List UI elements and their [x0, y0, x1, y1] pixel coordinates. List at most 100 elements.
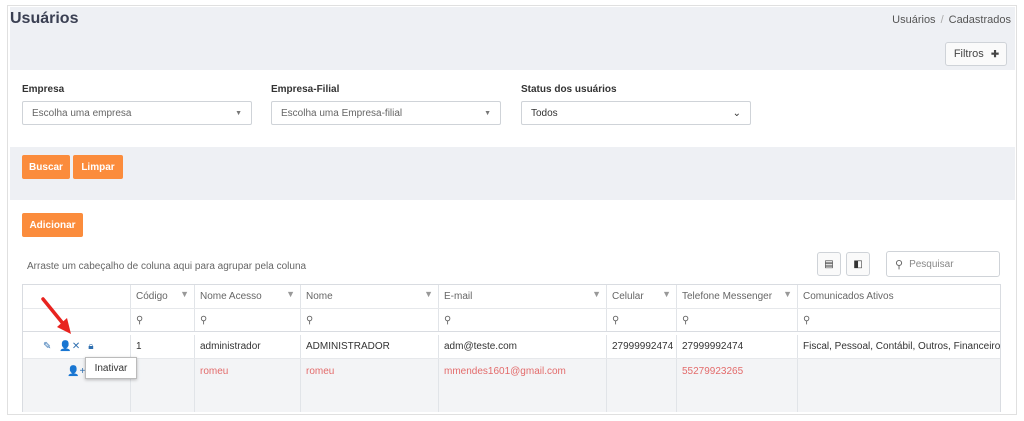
empresa-filial-select-placeholder: Escolha uma Empresa-filial [281, 107, 403, 119]
cell-telefone: 55279923265 [677, 359, 798, 383]
group-panel-hint: Arraste um cabeçalho de coluna aqui para… [27, 261, 307, 272]
search-icon: ⚲ [200, 314, 208, 326]
empty-cell [23, 383, 131, 412]
filter-cell-nome-acesso[interactable]: ⚲ [195, 309, 301, 331]
caret-down-icon: ▼ [235, 109, 242, 117]
cell-codigo: 1 [131, 335, 195, 358]
add-button[interactable]: Adicionar [22, 213, 83, 237]
cell-telefone: 27999992474 [677, 335, 798, 358]
status-filter: Status dos usuários Todos ⌄ [521, 84, 751, 125]
empresa-select-placeholder: Escolha uma empresa [32, 107, 132, 119]
grid-panel: Adicionar Arraste um cabeçalho de coluna… [10, 200, 1015, 412]
row-actions: ✎ 👤✕ 🔒︎ [23, 335, 131, 358]
filter-cell-nome[interactable]: ⚲ [301, 309, 439, 331]
search-icon: ⚲ [136, 314, 144, 326]
empresa-filial-filter: Empresa-Filial Escolha uma Empresa-filia… [271, 84, 501, 125]
table-header-row: Código ▼ Nome Acesso ▼ Nome ▼ E-mail ▼ Celul… [23, 285, 1000, 309]
column-header-nome[interactable]: Nome ▼ [301, 285, 439, 308]
column-header-email[interactable]: E-mail ▼ [439, 285, 607, 308]
column-header-nome-acesso[interactable]: Nome Acesso ▼ [195, 285, 301, 308]
empresa-label: Empresa [22, 84, 65, 95]
filter-actions: Buscar Limpar [10, 147, 1015, 187]
status-select[interactable]: Todos ⌄ [521, 101, 751, 125]
empty-cell [677, 383, 798, 412]
pin-icon: ✖ [987, 47, 1001, 61]
filter-icon[interactable]: ▼ [180, 289, 189, 299]
breadcrumb-item-usuarios[interactable]: Usuários [892, 14, 935, 26]
cell-email: adm@teste.com [439, 335, 607, 358]
breadcrumb-item-cadastrados: Cadastrados [948, 14, 1011, 26]
search-icon: ⚲ [612, 314, 620, 326]
grid-search-placeholder: Pesquisar [909, 258, 954, 270]
users-table: Código ▼ Nome Acesso ▼ Nome ▼ E-mail ▼ Celul… [22, 284, 1001, 412]
cell-celular: 27999992474 [607, 335, 677, 358]
cell-comunicados [798, 359, 1000, 383]
empty-cell [798, 383, 1000, 412]
cell-codigo [131, 359, 195, 383]
filter-icon[interactable]: ▼ [286, 289, 295, 299]
empty-cell [607, 383, 677, 412]
column-header-label: Comunicados Ativos [803, 291, 894, 302]
filter-icon[interactable]: ▼ [424, 289, 433, 299]
pencil-icon[interactable]: ✎ [43, 341, 51, 352]
search-icon: ⚲ [444, 314, 452, 326]
filter-cell-celular[interactable]: ⚲ [607, 309, 677, 331]
breadcrumb: Usuários / Cadastrados [892, 14, 1011, 26]
table-row[interactable]: ✎ 👤✕ 🔒︎ 1 administrador ADMINISTRADOR ad… [23, 335, 1001, 359]
user-add-icon[interactable]: 👤+ [67, 366, 85, 377]
clear-button[interactable]: Limpar [73, 155, 123, 179]
filter-cell-telefone[interactable]: ⚲ [677, 309, 798, 331]
empty-cell [439, 383, 607, 412]
chevron-down-icon: ⌄ [732, 107, 741, 119]
search-icon: ⚲ [895, 258, 904, 271]
filter-cell-email[interactable]: ⚲ [439, 309, 607, 331]
filter-cell-codigo[interactable]: ⚲ [131, 309, 195, 331]
search-icon: ⚲ [306, 314, 314, 326]
page-content: Usuários Usuários / Cadastrados Filtros ✖ … [10, 7, 1015, 412]
page-title: Usuários [10, 10, 79, 27]
cell-celular [607, 359, 677, 383]
column-chooser-button[interactable]: ◧ [846, 252, 870, 276]
empresa-filial-select[interactable]: Escolha uma Empresa-filial ▼ [271, 101, 501, 125]
column-header-codigo[interactable]: Código ▼ [131, 285, 195, 308]
filter-cell-comunicados[interactable]: ⚲ [798, 309, 1000, 331]
inactivate-tooltip: Inativar [85, 357, 137, 379]
empresa-filial-label: Empresa-Filial [271, 84, 340, 95]
empresa-filter: Empresa Escolha uma empresa ▼ [22, 84, 252, 125]
filter-icon[interactable]: ▼ [662, 289, 671, 299]
table-row[interactable]: 👤+ romeu romeu mmendes1601@gmail.com 552… [23, 359, 1000, 383]
annotation-arrow-icon [41, 297, 71, 334]
column-header-telefone-messenger[interactable]: Telefone Messenger ▼ [677, 285, 798, 308]
column-header-comunicados-ativos[interactable]: Comunicados Ativos [798, 285, 1000, 308]
filters-button-label: Filtros [953, 48, 984, 60]
export-excel-button[interactable]: ▤ [817, 252, 841, 276]
table-filter-row: ⚲ ⚲ ⚲ ⚲ ⚲ ⚲ ⚲ [23, 309, 1000, 332]
column-header-celular[interactable]: Celular ▼ [607, 285, 677, 308]
filter-icon[interactable]: ▼ [783, 289, 792, 299]
empty-cell [301, 383, 439, 412]
column-chooser-icon: ◧ [853, 258, 863, 270]
cell-nome: ADMINISTRADOR [301, 335, 439, 358]
user-remove-icon[interactable]: 👤✕ [59, 341, 80, 352]
table-empty-area [23, 383, 1000, 412]
filter-icon[interactable]: ▼ [592, 289, 601, 299]
empty-cell [131, 383, 195, 412]
grid-search-input[interactable]: ⚲ Pesquisar [886, 251, 1000, 277]
column-header-label: Celular [612, 291, 644, 302]
column-header-label: E-mail [444, 291, 473, 302]
caret-down-icon: ▼ [484, 109, 491, 117]
spreadsheet-icon: ▤ [824, 258, 834, 270]
filters-button[interactable]: Filtros ✖ [945, 42, 1007, 66]
column-header-label: Telefone Messenger [682, 291, 773, 302]
cell-email: mmendes1601@gmail.com [439, 359, 607, 383]
lock-icon[interactable]: 🔒︎ [88, 341, 93, 352]
status-select-value: Todos [531, 107, 558, 119]
search-button[interactable]: Buscar [22, 155, 70, 179]
search-icon: ⚲ [803, 314, 811, 326]
empresa-select[interactable]: Escolha uma empresa ▼ [22, 101, 252, 125]
cell-comunicados: Fiscal, Pessoal, Contábil, Outros, Finan… [803, 341, 1001, 352]
column-header-label: Código [136, 291, 168, 302]
breadcrumb-separator: / [940, 14, 944, 26]
column-header-label: Nome [306, 291, 333, 302]
status-label: Status dos usuários [521, 84, 617, 95]
